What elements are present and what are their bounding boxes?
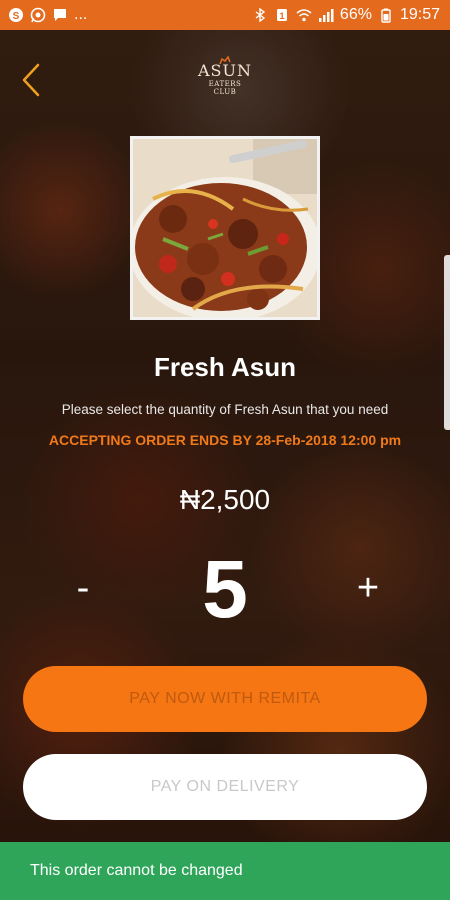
order-deadline: ACCEPTING ORDER ENDS BY 28-Feb-2018 12:0… [48, 432, 402, 448]
bluetooth-icon [255, 7, 266, 23]
skype-icon: S [9, 8, 23, 22]
back-chevron-icon[interactable] [18, 60, 48, 100]
quantity-stepper: - 5 + [0, 545, 450, 635]
clock: 19:57 [399, 6, 440, 23]
wifi-icon [296, 9, 312, 22]
status-more: ... [74, 6, 88, 23]
sim-icon: 1 [276, 9, 287, 21]
svg-text:S: S [13, 11, 20, 22]
order-locked-banner: This order cannot be changed [0, 842, 450, 900]
logo-title: ASUN [198, 61, 252, 80]
increment-button[interactable]: + [346, 563, 390, 613]
battery-percent: 66% [339, 6, 372, 23]
product-title: Fresh Asun [153, 352, 297, 382]
logo-subtitle: EATERS CLUB [208, 80, 242, 96]
product-price: ₦2,500 [179, 484, 271, 515]
signal-icon [318, 9, 334, 22]
message-icon [54, 9, 66, 21]
quantity-value: 5 [202, 544, 248, 635]
banner-message: This order cannot be changed [30, 862, 243, 879]
app-logo: ASUN EATERS CLUB [198, 56, 252, 96]
status-bar: S ... 1 66% 19:57 [0, 0, 450, 30]
pay-now-remita-button[interactable]: PAY NOW WITH REMITA [23, 666, 427, 732]
quantity-instruction: Please select the quantity of Fresh Asun… [61, 402, 389, 417]
pay-on-delivery-button[interactable]: PAY ON DELIVERY [23, 754, 427, 820]
whatsapp-icon [30, 7, 46, 23]
product-image [130, 136, 320, 320]
scroll-indicator [444, 255, 450, 430]
battery-icon [381, 8, 391, 23]
decrement-button[interactable]: - [66, 563, 100, 613]
svg-text:1: 1 [279, 11, 284, 21]
